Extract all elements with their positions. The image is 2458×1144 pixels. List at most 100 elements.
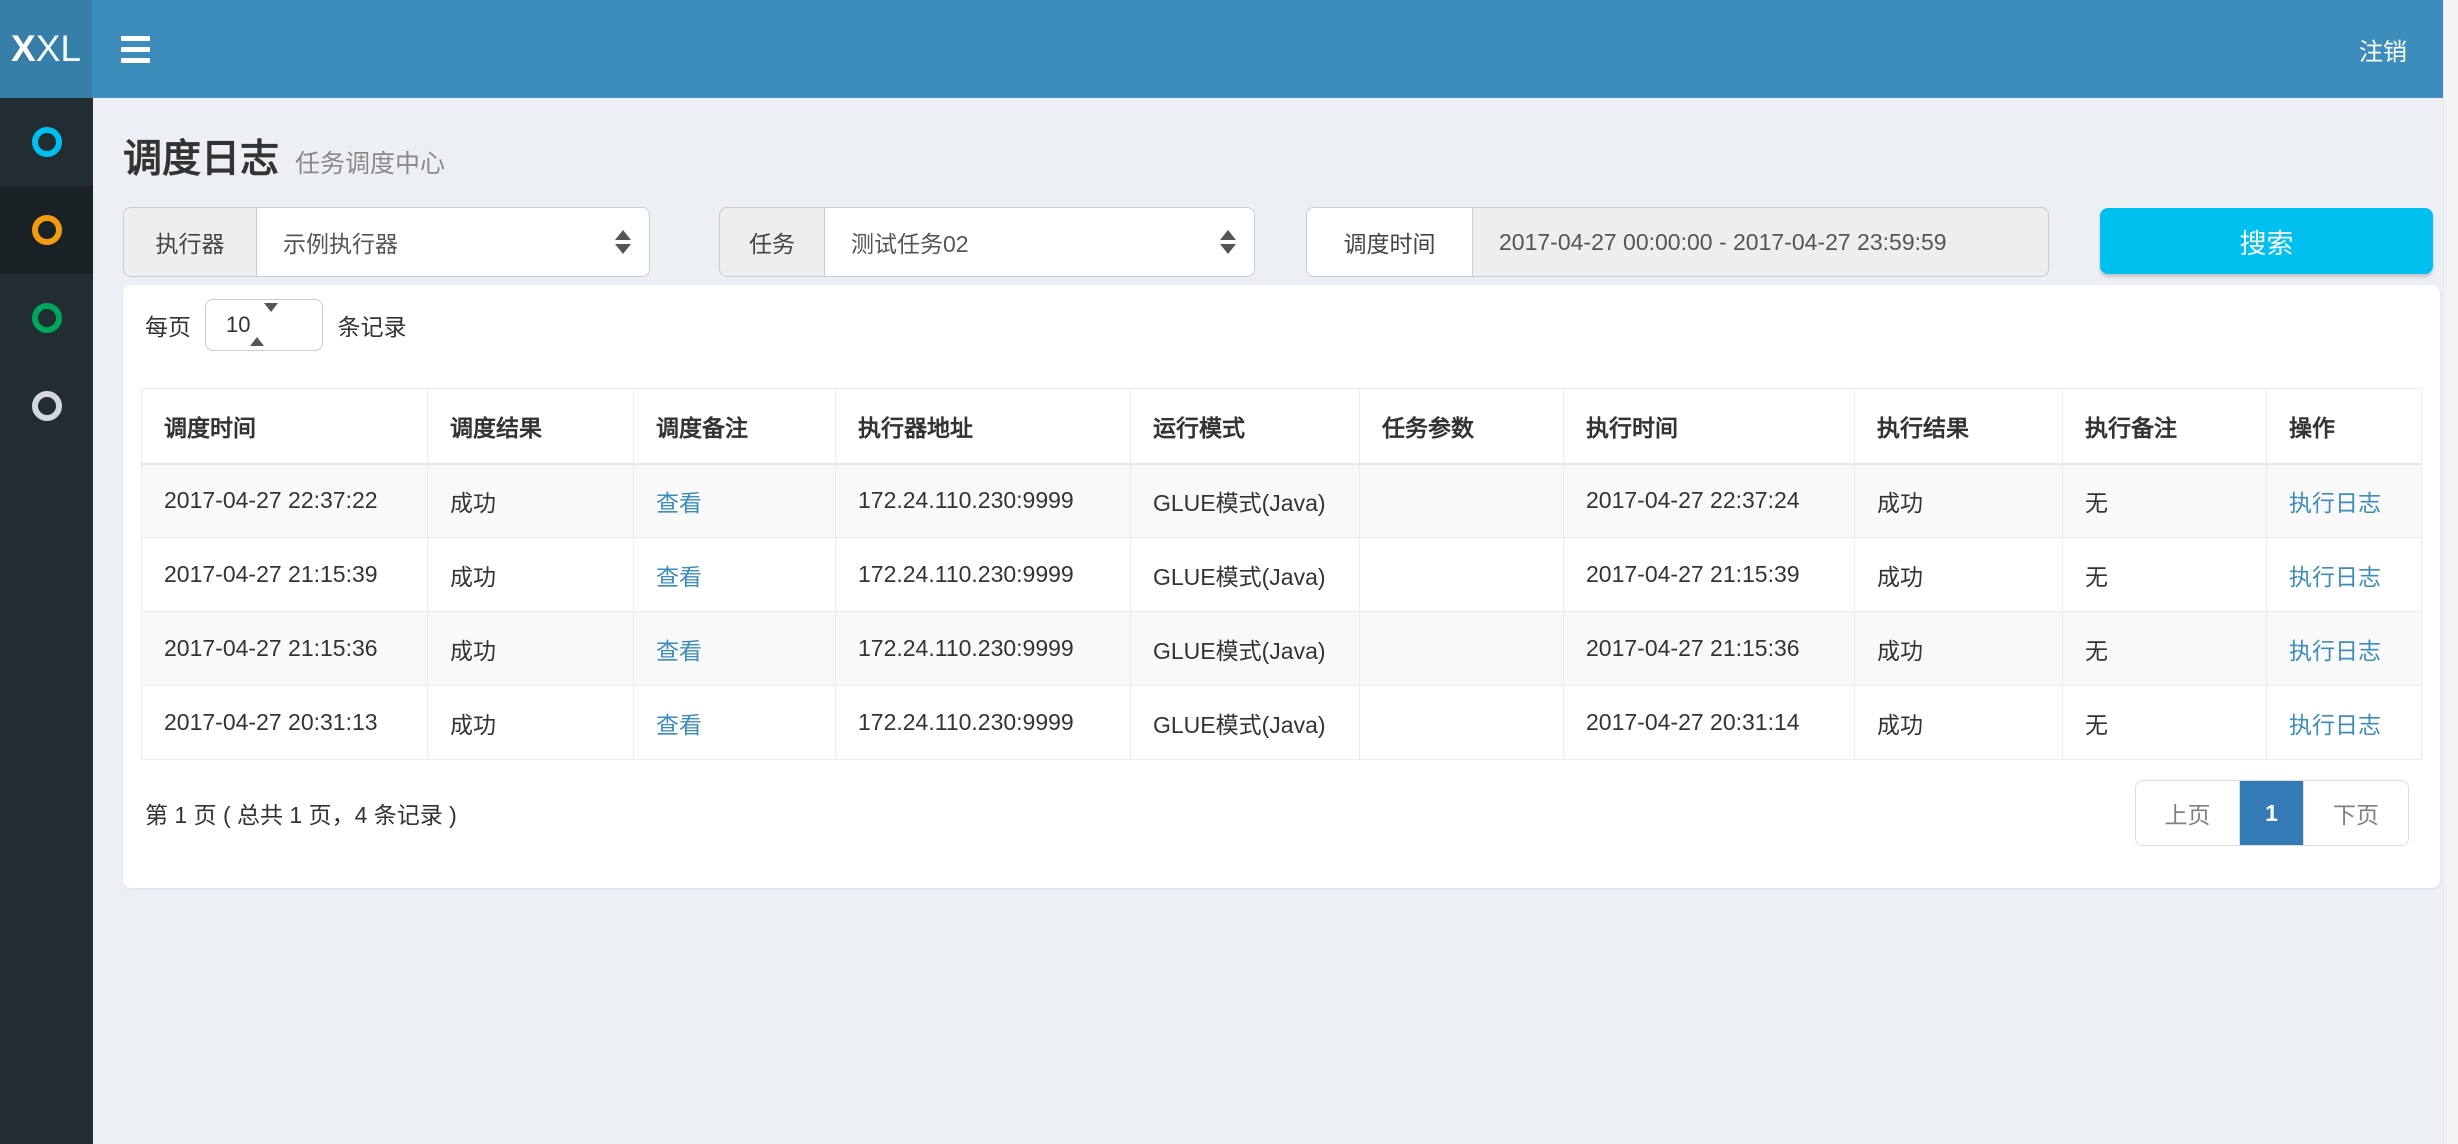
- cell-handle-time: 2017-04-27 21:15:36: [1564, 612, 1855, 686]
- cell-address: 172.24.110.230:9999: [836, 538, 1131, 612]
- job-filter-label: 任务: [719, 207, 824, 277]
- cell-handle-result: 成功: [1855, 538, 2063, 612]
- table-header-row: 调度时间 调度结果 调度备注 执行器地址 运行模式 任务参数 执行时间 执行结果…: [142, 389, 2422, 464]
- page-size-suffix-label: 条记录: [337, 308, 406, 342]
- sidebar-item-4[interactable]: [0, 362, 93, 450]
- sidebar-item-3[interactable]: [0, 274, 93, 362]
- cell-handle-time: 2017-04-27 20:31:14: [1564, 686, 1855, 760]
- view-trigger-msg-link[interactable]: 查看: [656, 564, 702, 590]
- page-size-select-value: 10: [226, 312, 250, 338]
- cell-handle-result: 成功: [1855, 612, 2063, 686]
- dispatch-log-table: 调度时间 调度结果 调度备注 执行器地址 运行模式 任务参数 执行时间 执行结果…: [141, 388, 2422, 760]
- col-header-handle-time: 执行时间: [1564, 389, 1855, 464]
- app-logo-rest: XL: [36, 28, 81, 70]
- hamburger-icon: [121, 36, 150, 41]
- sidebar-item-1[interactable]: [0, 98, 93, 186]
- scrollbar-track[interactable]: [2443, 0, 2458, 1144]
- job-select-value: 测试任务02: [851, 225, 969, 259]
- current-page-button[interactable]: 1: [2239, 781, 2303, 845]
- col-header-trigger-result: 调度结果: [428, 389, 634, 464]
- col-header-handle-result: 执行结果: [1855, 389, 2063, 464]
- cell-param: [1360, 538, 1564, 612]
- search-button[interactable]: 搜索: [2100, 208, 2433, 274]
- circle-o-icon: [32, 303, 62, 333]
- table-row: 2017-04-27 20:31:13 成功 查看 172.24.110.230…: [142, 686, 2422, 760]
- page-size-select[interactable]: 10: [205, 299, 323, 351]
- page-header: 调度日志 任务调度中心: [123, 128, 2443, 180]
- job-select[interactable]: 测试任务02: [824, 207, 1255, 277]
- circle-o-icon: [32, 391, 62, 421]
- sidebar-item-2-active[interactable]: [0, 186, 93, 274]
- filter-toolbar: 执行器 示例执行器 任务 测试任务02 调度时间 搜索: [123, 207, 2443, 277]
- sidebar: [0, 98, 93, 1144]
- cell-glue-type: GLUE模式(Java): [1131, 612, 1360, 686]
- executor-filter-group: 执行器 示例执行器: [123, 207, 650, 277]
- next-page-button[interactable]: 下页: [2303, 781, 2408, 845]
- executor-filter-label: 执行器: [123, 207, 256, 277]
- executor-select[interactable]: 示例执行器: [256, 207, 650, 277]
- trigger-time-range-input[interactable]: [1472, 207, 2049, 277]
- cell-handle-msg: 无: [2063, 464, 2267, 538]
- cell-trigger-result: 成功: [428, 538, 634, 612]
- col-header-glue-type: 运行模式: [1131, 389, 1360, 464]
- top-navbar: XXL 注销: [0, 0, 2443, 98]
- cell-handle-msg: 无: [2063, 686, 2267, 760]
- app-logo: XXL: [0, 0, 92, 98]
- executor-select-value: 示例执行器: [283, 225, 398, 259]
- select-arrows-icon: [615, 230, 631, 254]
- prev-page-button[interactable]: 上页: [2136, 781, 2239, 845]
- cell-handle-result: 成功: [1855, 686, 2063, 760]
- table-row: 2017-04-27 22:37:22 成功 查看 172.24.110.230…: [142, 464, 2422, 538]
- page-size-row: 每页 10 条记录: [145, 299, 2422, 351]
- cell-handle-msg: 无: [2063, 538, 2267, 612]
- log-panel: 每页 10 条记录 调度时间 调度结果 调度备注 执行器地址 运行模式 任务参数: [123, 285, 2440, 888]
- cell-handle-msg: 无: [2063, 612, 2267, 686]
- view-trigger-msg-link[interactable]: 查看: [656, 490, 702, 516]
- cell-address: 172.24.110.230:9999: [836, 686, 1131, 760]
- cell-trigger-result: 成功: [428, 464, 634, 538]
- exec-log-link[interactable]: 执行日志: [2289, 564, 2381, 590]
- cell-trigger-time: 2017-04-27 21:15:39: [142, 538, 428, 612]
- exec-log-link[interactable]: 执行日志: [2289, 712, 2381, 738]
- main-content: 调度日志 任务调度中心 执行器 示例执行器 任务 测试任务02 调度时间 搜索 …: [93, 98, 2443, 1144]
- cell-glue-type: GLUE模式(Java): [1131, 686, 1360, 760]
- exec-log-link[interactable]: 执行日志: [2289, 638, 2381, 664]
- cell-param: [1360, 686, 1564, 760]
- cell-trigger-time: 2017-04-27 22:37:22: [142, 464, 428, 538]
- logout-link[interactable]: 注销: [2323, 0, 2443, 98]
- circle-o-icon: [32, 215, 62, 245]
- col-header-param: 任务参数: [1360, 389, 1564, 464]
- cell-trigger-time: 2017-04-27 20:31:13: [142, 686, 428, 760]
- cell-handle-result: 成功: [1855, 464, 2063, 538]
- cell-param: [1360, 612, 1564, 686]
- cell-param: [1360, 464, 1564, 538]
- pager: 上页 1 下页: [2135, 780, 2409, 846]
- cell-trigger-result: 成功: [428, 686, 634, 760]
- table-row: 2017-04-27 21:15:39 成功 查看 172.24.110.230…: [142, 538, 2422, 612]
- select-arrows-icon: [1220, 230, 1236, 254]
- table-row: 2017-04-27 21:15:36 成功 查看 172.24.110.230…: [142, 612, 2422, 686]
- select-arrows-icon: [250, 312, 278, 338]
- view-trigger-msg-link[interactable]: 查看: [656, 712, 702, 738]
- sidebar-toggle-button[interactable]: [102, 0, 168, 98]
- cell-address: 172.24.110.230:9999: [836, 464, 1131, 538]
- cell-address: 172.24.110.230:9999: [836, 612, 1131, 686]
- col-header-trigger-time: 调度时间: [142, 389, 428, 464]
- pagination-row: 第 1 页 ( 总共 1 页，4 条记录 ) 上页 1 下页: [141, 780, 2422, 846]
- cell-trigger-result: 成功: [428, 612, 634, 686]
- page-size-prefix-label: 每页: [145, 308, 191, 342]
- col-header-trigger-msg: 调度备注: [634, 389, 836, 464]
- col-header-action: 操作: [2267, 389, 2422, 464]
- cell-handle-time: 2017-04-27 21:15:39: [1564, 538, 1855, 612]
- trigger-time-filter-label: 调度时间: [1306, 207, 1472, 277]
- cell-trigger-time: 2017-04-27 21:15:36: [142, 612, 428, 686]
- exec-log-link[interactable]: 执行日志: [2289, 490, 2381, 516]
- view-trigger-msg-link[interactable]: 查看: [656, 638, 702, 664]
- cell-glue-type: GLUE模式(Java): [1131, 464, 1360, 538]
- pagination-summary: 第 1 页 ( 总共 1 页，4 条记录 ): [145, 796, 457, 830]
- page-title: 调度日志: [123, 128, 279, 184]
- app-logo-bold: X: [11, 28, 36, 70]
- col-header-address: 执行器地址: [836, 389, 1131, 464]
- trigger-time-filter-group: 调度时间: [1306, 207, 2049, 277]
- page-subtitle: 任务调度中心: [295, 144, 445, 180]
